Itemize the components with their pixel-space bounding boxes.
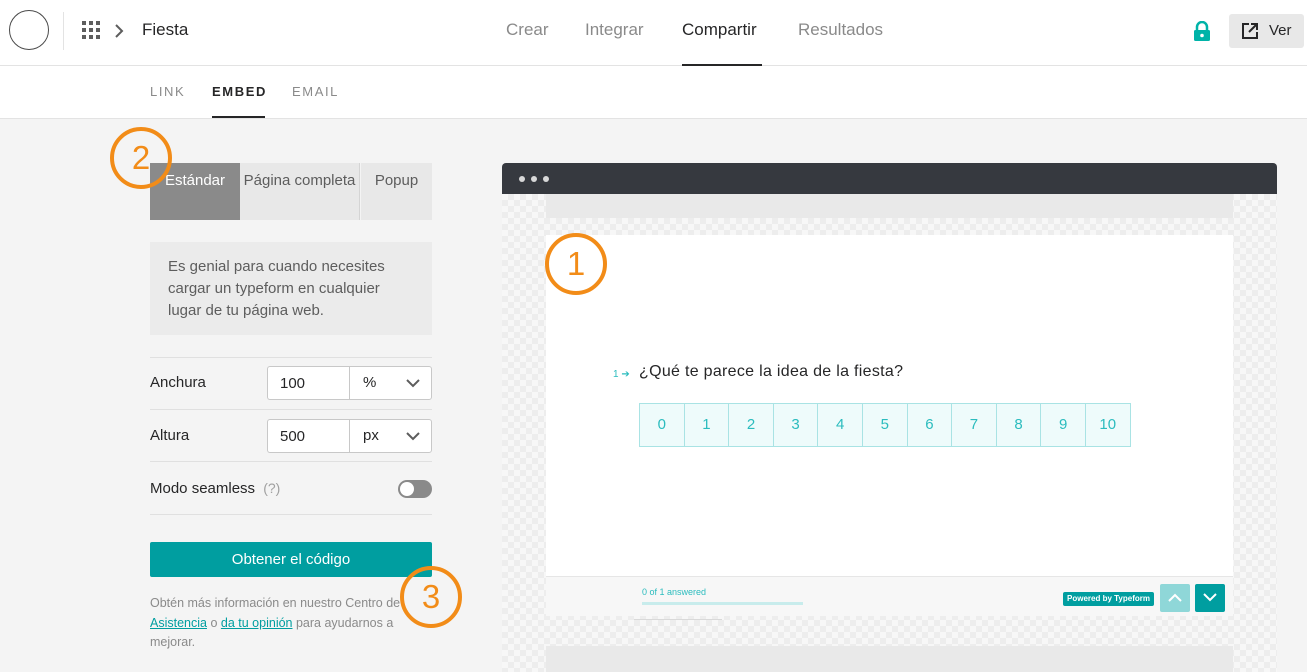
external-link-icon (1242, 23, 1258, 39)
page-placeholder-bottom (546, 646, 1233, 672)
question-number: 1 ➔ (613, 369, 630, 380)
seamless-label: Modo seamless (150, 480, 256, 497)
scale-option[interactable]: 0 (639, 403, 685, 447)
browser-dots-icon (519, 176, 555, 182)
seamless-toggle[interactable] (398, 480, 432, 498)
share-tab-email[interactable]: EMAIL (292, 84, 339, 99)
seamless-row: Modo seamless (?) (150, 480, 280, 497)
feedback-link[interactable]: da tu opinión (221, 616, 293, 630)
powered-by-badge[interactable]: Powered by Typeform (1063, 592, 1154, 606)
scale-option[interactable]: 2 (728, 403, 774, 447)
height-label: Altura (150, 427, 190, 444)
chevron-down-icon (406, 379, 420, 388)
chevron-down-icon (1203, 593, 1217, 602)
annotation-marker-2: 2 (110, 127, 172, 189)
preview-page: 1 ➔ ¿Qué te parece la idea de la fiesta?… (502, 194, 1277, 672)
width-unit-value: % (363, 374, 377, 391)
height-input[interactable] (267, 419, 350, 453)
scale-option[interactable]: 9 (1040, 403, 1086, 447)
scale-option[interactable]: 10 (1084, 403, 1131, 447)
height-unit-select[interactable]: px (349, 419, 432, 453)
scale-option[interactable]: 5 (861, 403, 908, 447)
apps-grid-icon[interactable] (82, 21, 100, 39)
previous-question-button[interactable] (1160, 584, 1190, 612)
scale-option[interactable]: 8 (995, 403, 1042, 447)
chevron-down-icon (406, 432, 420, 441)
annotation-marker-1: 1 (545, 233, 607, 295)
embedded-typeform: 1 ➔ ¿Qué te parece la idea de la fiesta?… (546, 235, 1233, 577)
toggle-knob (400, 482, 414, 496)
get-code-button[interactable]: Obtener el código (150, 542, 432, 577)
chevron-up-icon (1168, 593, 1182, 602)
embed-mode-full-page[interactable]: Página completa (240, 163, 360, 220)
width-label: Anchura (150, 374, 206, 391)
help-text-prefix: Obtén más información en nuestro Centro … (150, 596, 401, 610)
progress-bar (642, 602, 803, 605)
embed-mode-popup[interactable]: Popup (361, 163, 432, 220)
width-unit-select[interactable]: % (349, 366, 432, 400)
nav-tab-resultados[interactable]: Resultados (798, 20, 883, 40)
page-placeholder-top (546, 194, 1233, 218)
nav-tab-crear[interactable]: Crear (506, 20, 549, 40)
height-unit-value: px (363, 427, 379, 444)
view-button[interactable]: Ver (1229, 14, 1304, 48)
share-tab-link[interactable]: LINK (150, 84, 185, 99)
share-tabs-bar: LINK EMBED EMAIL (0, 66, 1307, 119)
scale-option[interactable]: 6 (906, 403, 953, 447)
width-input[interactable] (267, 366, 350, 400)
help-center-link[interactable]: Asistencia (150, 616, 207, 630)
nav-tab-integrar[interactable]: Integrar (585, 20, 644, 40)
progress-text: 0 of 1 answered (642, 587, 707, 597)
nav-tab-compartir[interactable]: Compartir (682, 20, 757, 40)
next-question-button[interactable] (1195, 584, 1225, 612)
scale-option[interactable]: 4 (817, 403, 863, 447)
scale-option[interactable]: 1 (683, 403, 730, 447)
divider (150, 357, 432, 358)
top-bar: Fiesta Crear Integrar Compartir Resultad… (0, 0, 1307, 66)
embed-preview-browser: 1 ➔ ¿Qué te parece la idea de la fiesta?… (502, 163, 1277, 672)
divider (150, 461, 432, 462)
share-tab-embed[interactable]: EMBED (212, 84, 267, 99)
breadcrumb-form-title[interactable]: Fiesta (142, 20, 188, 40)
annotation-marker-3: 3 (400, 566, 462, 628)
lock-icon[interactable] (1193, 21, 1211, 41)
scale-option[interactable]: 7 (951, 403, 997, 447)
opinion-scale: 0 1 2 3 4 5 6 7 8 9 10 (639, 403, 1131, 447)
divider (634, 619, 722, 620)
help-text-mid: o (210, 615, 218, 630)
help-text: Obtén más información en nuestro Centro … (150, 594, 432, 653)
embed-mode-description: Es genial para cuando necesites cargar u… (150, 242, 432, 335)
active-share-tab-indicator (212, 116, 265, 118)
typeform-footer: 0 of 1 answered Powered by Typeform (546, 576, 1233, 620)
divider (63, 12, 64, 50)
scale-option[interactable]: 3 (772, 403, 819, 447)
typeform-logo-icon[interactable] (9, 10, 49, 50)
question-text: ¿Qué te parece la idea de la fiesta? (639, 363, 904, 380)
divider (150, 409, 432, 410)
browser-title-bar (502, 163, 1277, 194)
view-button-label: Ver (1269, 22, 1292, 39)
divider (150, 514, 432, 515)
seamless-help[interactable]: (?) (263, 480, 280, 496)
chevron-right-icon (115, 24, 124, 38)
